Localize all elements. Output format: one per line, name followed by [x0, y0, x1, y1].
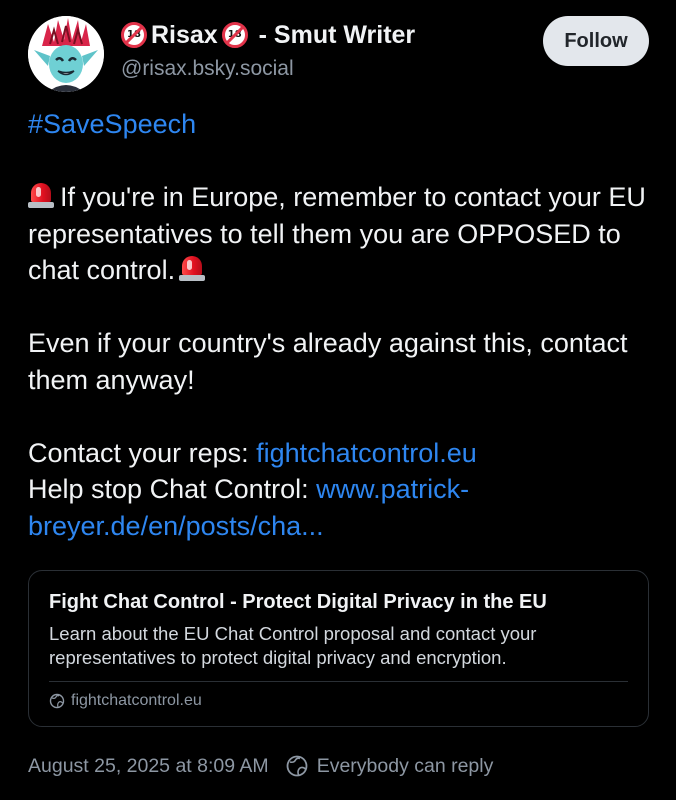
author-handle[interactable]: @risax.bsky.social — [121, 55, 526, 83]
post-paragraph-2: Even if your country's already against t… — [28, 328, 628, 395]
card-divider — [49, 681, 628, 682]
avatar[interactable] — [28, 16, 104, 92]
follow-button[interactable]: Follow — [543, 16, 649, 66]
card-description: Learn about the EU Chat Control proposal… — [49, 623, 537, 668]
post-timestamp[interactable]: August 25, 2025 at 8:09 AM — [28, 755, 269, 778]
reply-settings[interactable]: Everybody can reply — [285, 754, 494, 778]
goblin-avatar-icon — [28, 16, 104, 92]
card-title: Fight Chat Control - Protect Digital Pri… — [49, 591, 547, 613]
card-domain: fightchatcontrol.eu — [71, 692, 202, 709]
globe-icon — [286, 755, 308, 777]
help-label: Help stop Chat Control: — [28, 474, 317, 504]
post: 18 Risax 18 - Smut Writer @risax.bsky.so… — [0, 0, 676, 800]
reply-setting-label: Everybody can reply — [316, 754, 494, 777]
paragraph-1-text: If you're in Europe, remember to contact… — [28, 182, 646, 285]
globe-icon — [49, 693, 65, 709]
contact-link[interactable]: fightchatcontrol.eu — [256, 438, 477, 468]
contact-label: Contact your reps: — [28, 437, 257, 468]
display-name-tail: - Smut Writer — [251, 21, 416, 49]
no-under-18-icon: 18 — [121, 22, 147, 48]
hashtag-link[interactable]: #SaveSpeech — [28, 109, 196, 139]
post-paragraph-1: If you're in Europe, remember to contact… — [28, 179, 648, 289]
display-name[interactable]: 18 Risax 18 - Smut Writer — [121, 18, 526, 52]
police-light-icon — [179, 254, 206, 282]
post-footer: August 25, 2025 at 8:09 AM Everybody can… — [28, 754, 493, 778]
card-domain-row: fightchatcontrol.eu — [49, 692, 202, 710]
author-info: 18 Risax 18 - Smut Writer @risax.bsky.so… — [121, 18, 526, 83]
post-links: Contact your reps: fightchatcontrol.eu H… — [28, 435, 648, 545]
no-under-18-icon: 18 — [221, 22, 248, 48]
police-light-icon — [28, 181, 54, 209]
display-name-core: Risax — [151, 21, 218, 49]
link-preview-card[interactable]: Fight Chat Control - Protect Digital Pri… — [28, 570, 649, 727]
post-body: #SaveSpeech If you're in Europe, remembe… — [28, 106, 648, 544]
